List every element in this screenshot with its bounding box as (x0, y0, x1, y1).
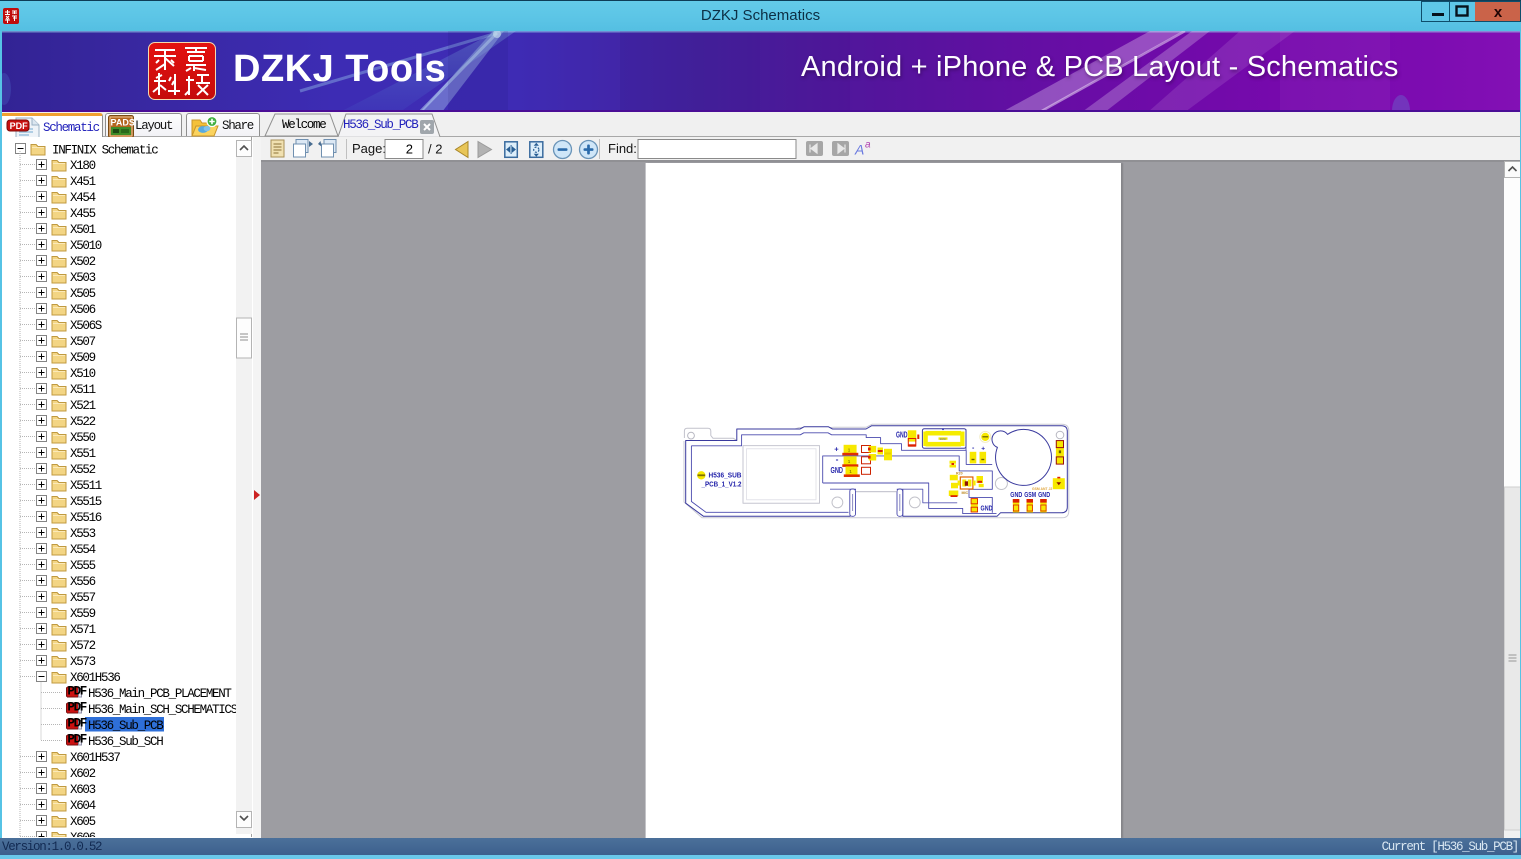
svg-text:X553: X553 (70, 527, 96, 541)
svg-text:X601H536: X601H536 (70, 671, 120, 685)
svg-text:GND: GND (1038, 490, 1050, 499)
svg-text:X180: X180 (70, 159, 96, 173)
svg-text:MIC: MIC (962, 491, 969, 495)
svg-text:Find:: Find: (608, 141, 637, 156)
svg-text:GND: GND (1010, 490, 1022, 499)
svg-text:X521: X521 (70, 399, 96, 413)
svg-text:H536_Sub_PCB: H536_Sub_PCB (88, 719, 164, 733)
svg-text:H536_Sub_PCB: H536_Sub_PCB (343, 118, 419, 132)
svg-text:H536_Sub_SCH: H536_Sub_SCH (88, 735, 163, 749)
svg-text:X551: X551 (70, 447, 96, 461)
svg-text:X556: X556 (70, 575, 96, 589)
svg-text:X550: X550 (70, 431, 96, 445)
svg-text:X501: X501 (70, 223, 96, 237)
svg-text:+: + (834, 445, 839, 454)
svg-text:GSM ANT J2: GSM ANT J2 (1032, 487, 1052, 491)
svg-text:X454: X454 (70, 191, 96, 205)
svg-text:X571: X571 (70, 623, 96, 637)
svg-text:/ 2: / 2 (428, 142, 442, 157)
svg-text:X451: X451 (70, 175, 96, 189)
svg-text:X572: X572 (70, 639, 96, 653)
svg-text:2: 2 (406, 142, 413, 157)
svg-text:X503: X503 (70, 271, 96, 285)
svg-text:GND: GND (896, 430, 908, 440)
svg-text:-: - (836, 454, 839, 464)
svg-text:X455: X455 (70, 207, 96, 221)
svg-text:+: + (981, 445, 985, 452)
svg-text:X502: X502 (70, 255, 96, 269)
svg-text:X605: X605 (70, 815, 96, 829)
svg-text:GND: GND (831, 465, 844, 475)
svg-text:X5511: X5511 (70, 479, 102, 493)
svg-text:X506S: X506S (70, 319, 102, 333)
svg-text:B2B: B2B (940, 437, 947, 441)
svg-text:X555: X555 (70, 559, 96, 573)
svg-text:H536_Main_SCH_SCHEMATICS: H536_Main_SCH_SCHEMATICS (88, 703, 238, 717)
svg-text:X557: X557 (70, 591, 96, 605)
svg-text:X5516: X5516 (70, 511, 102, 525)
svg-text:X5515: X5515 (70, 495, 102, 509)
svg-text:X554: X554 (70, 543, 96, 557)
svg-text:X606: X606 (70, 831, 96, 837)
svg-text:R20: R20 (956, 471, 963, 475)
svg-text:GND: GND (981, 504, 993, 513)
svg-text:H536_SUB: H536_SUB (709, 470, 743, 479)
svg-text:X552: X552 (70, 463, 96, 477)
svg-text:X505: X505 (70, 287, 96, 301)
svg-text:PADS: PADS (111, 118, 135, 128)
svg-text:X603: X603 (70, 783, 96, 797)
svg-text:GSM: GSM (1024, 490, 1036, 499)
svg-text:X507: X507 (70, 335, 96, 349)
svg-text:Page:: Page: (352, 141, 386, 156)
svg-text:H536_Main_PCB_PLACEMENT: H536_Main_PCB_PLACEMENT (88, 687, 232, 701)
svg-text:x: x (1494, 4, 1503, 21)
svg-text:X506: X506 (70, 303, 96, 317)
svg-text:X559: X559 (70, 607, 96, 621)
svg-text:A: A (854, 142, 864, 158)
svg-text:X510: X510 (70, 367, 96, 381)
svg-text:X573: X573 (70, 655, 96, 669)
svg-text:_PCB_1_V1.2: _PCB_1_V1.2 (701, 479, 742, 488)
svg-text:INFINIX Schematic: INFINIX Schematic (52, 144, 158, 158)
svg-text:X604: X604 (70, 799, 96, 813)
svg-text:PDF: PDF (10, 121, 29, 131)
svg-text:a: a (865, 140, 871, 151)
svg-text:X511: X511 (70, 383, 96, 397)
svg-text:Welcome: Welcome (282, 118, 326, 132)
svg-text:X5010: X5010 (70, 239, 102, 253)
svg-text:X601H537: X601H537 (70, 751, 120, 765)
svg-text:X522: X522 (70, 415, 96, 429)
svg-text:X602: X602 (70, 767, 96, 781)
svg-text:X509: X509 (70, 351, 96, 365)
